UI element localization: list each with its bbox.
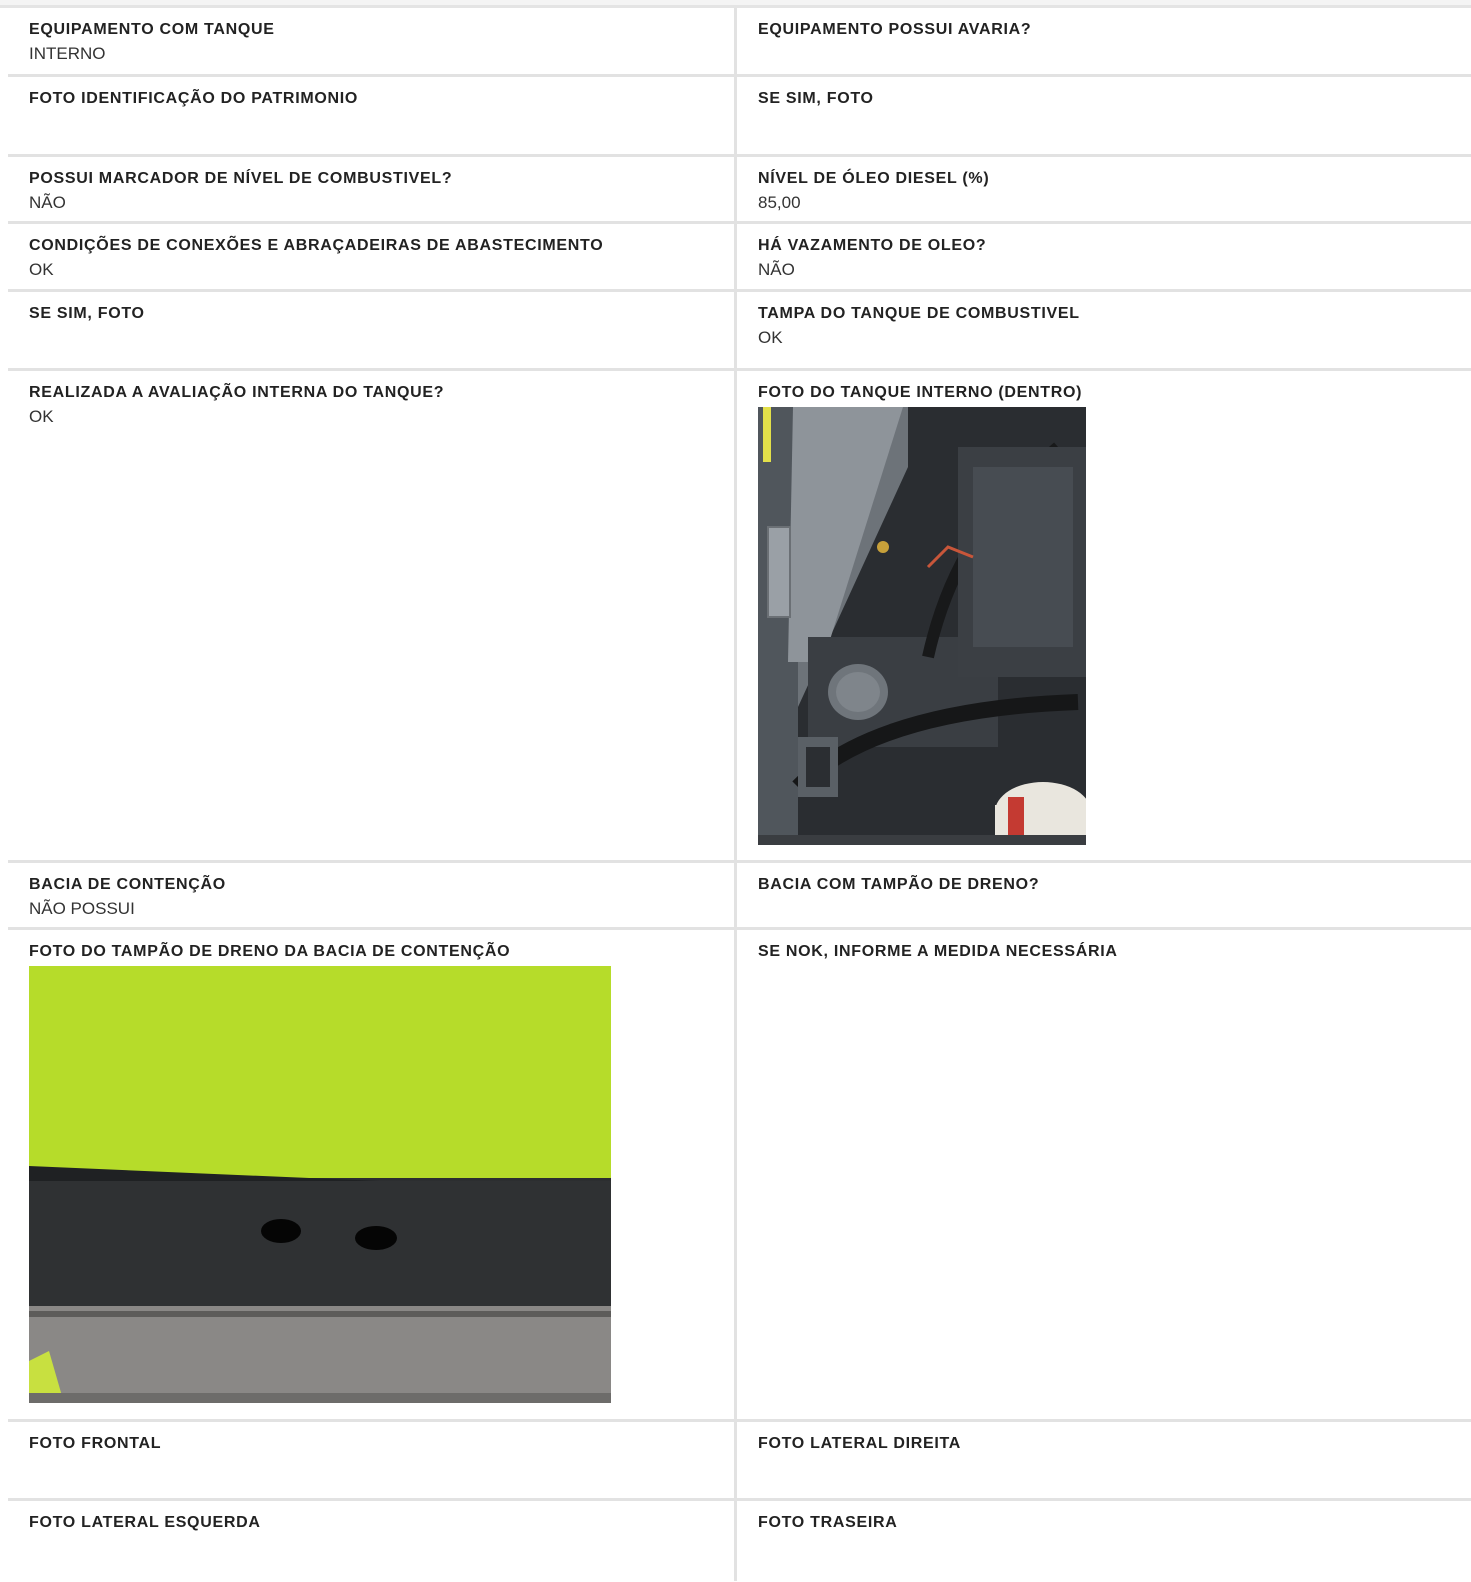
form-row: FOTO FRONTAL FOTO LATERAL DIREITA — [8, 1422, 1471, 1501]
field-label: BACIA DE CONTENÇÃO — [29, 876, 226, 893]
field-tank-type: EQUIPAMENTO COM TANQUE INTERNO — [8, 8, 737, 74]
form-row: REALIZADA A AVALIAÇÃO INTERNA DO TANQUE?… — [8, 371, 1471, 863]
drain-plug-photo[interactable] — [29, 966, 611, 1403]
field-label: SE SIM, FOTO — [758, 90, 874, 107]
field-leak-photo: SE SIM, FOTO — [8, 292, 737, 368]
field-label: SE NOK, INFORME A MEDIDA NECESSÁRIA — [758, 943, 1118, 960]
form-row: POSSUI MARCADOR DE NÍVEL DE COMBUSTIVEL?… — [8, 157, 1471, 224]
field-internal-tank-photo: FOTO DO TANQUE INTERNO (DENTRO) — [737, 371, 1471, 860]
field-label: CONDIÇÕES DE CONEXÕES E ABRAÇADEIRAS DE … — [29, 237, 604, 254]
field-value: OK — [29, 260, 54, 279]
field-value: OK — [29, 407, 54, 426]
form-row: CONDIÇÕES DE CONEXÕES E ABRAÇADEIRAS DE … — [8, 224, 1471, 292]
field-drain-plug-photo: FOTO DO TAMPÃO DE DRENO DA BACIA DE CONT… — [8, 930, 737, 1419]
field-label: SE SIM, FOTO — [29, 305, 145, 322]
form-row: FOTO DO TAMPÃO DE DRENO DA BACIA DE CONT… — [8, 930, 1471, 1422]
field-label: TAMPA DO TANQUE DE COMBUSTIVEL — [758, 305, 1080, 322]
internal-tank-photo[interactable] — [758, 407, 1086, 845]
field-label: FOTO LATERAL DIREITA — [758, 1435, 962, 1452]
field-internal-evaluation: REALIZADA A AVALIAÇÃO INTERNA DO TANQUE?… — [8, 371, 737, 860]
field-left-side-photo: FOTO LATERAL ESQUERDA — [8, 1501, 737, 1581]
field-label: NÍVEL DE ÓLEO DIESEL (%) — [758, 170, 990, 187]
field-label: FOTO IDENTIFICAÇÃO DO PATRIMONIO — [29, 90, 359, 107]
field-value: INTERNO — [29, 44, 106, 63]
field-asset-photo: FOTO IDENTIFICAÇÃO DO PATRIMONIO — [8, 77, 737, 154]
form-row: FOTO IDENTIFICAÇÃO DO PATRIMONIO SE SIM,… — [8, 77, 1471, 157]
field-basin-drain-plug: BACIA COM TAMPÃO DE DRENO? — [737, 863, 1471, 927]
field-label: FOTO DO TAMPÃO DE DRENO DA BACIA DE CONT… — [29, 943, 511, 960]
field-value: NÃO POSSUI — [29, 899, 135, 918]
field-label: HÁ VAZAMENTO DE OLEO? — [758, 237, 987, 254]
field-connections: CONDIÇÕES DE CONEXÕES E ABRAÇADEIRAS DE … — [8, 224, 737, 289]
field-required-measure: SE NOK, INFORME A MEDIDA NECESSÁRIA — [737, 930, 1471, 1419]
field-containment-basin: BACIA DE CONTENÇÃO NÃO POSSUI — [8, 863, 737, 927]
field-label: FOTO FRONTAL — [29, 1435, 162, 1452]
field-fuel-cap: TAMPA DO TANQUE DE COMBUSTIVEL OK — [737, 292, 1471, 368]
form-row: FOTO LATERAL ESQUERDA FOTO TRASEIRA — [8, 1501, 1471, 1581]
field-value: NÃO — [29, 193, 66, 212]
field-value: OK — [758, 328, 783, 347]
field-fuel-gauge: POSSUI MARCADOR DE NÍVEL DE COMBUSTIVEL?… — [8, 157, 737, 221]
field-label: FOTO TRASEIRA — [758, 1514, 898, 1531]
field-damage: EQUIPAMENTO POSSUI AVARIA? — [737, 8, 1471, 74]
field-label: FOTO DO TANQUE INTERNO (DENTRO) — [758, 384, 1083, 401]
form-row: SE SIM, FOTO TAMPA DO TANQUE DE COMBUSTI… — [8, 292, 1471, 371]
form-row: EQUIPAMENTO COM TANQUE INTERNO EQUIPAMEN… — [8, 8, 1471, 77]
field-label: EQUIPAMENTO COM TANQUE — [29, 21, 275, 38]
form-row: BACIA DE CONTENÇÃO NÃO POSSUI BACIA COM … — [8, 863, 1471, 930]
field-label: FOTO LATERAL ESQUERDA — [29, 1514, 261, 1531]
field-damage-photo: SE SIM, FOTO — [737, 77, 1471, 154]
field-oil-leak: HÁ VAZAMENTO DE OLEO? NÃO — [737, 224, 1471, 289]
field-diesel-level: NÍVEL DE ÓLEO DIESEL (%) 85,00 — [737, 157, 1471, 221]
field-value: NÃO — [758, 260, 795, 279]
field-label: REALIZADA A AVALIAÇÃO INTERNA DO TANQUE? — [29, 384, 445, 401]
top-divider — [0, 0, 1471, 8]
field-front-photo: FOTO FRONTAL — [8, 1422, 737, 1498]
inspection-form: EQUIPAMENTO COM TANQUE INTERNO EQUIPAMEN… — [8, 8, 1471, 1581]
field-label: POSSUI MARCADOR DE NÍVEL DE COMBUSTIVEL? — [29, 170, 453, 187]
field-label: EQUIPAMENTO POSSUI AVARIA? — [758, 21, 1032, 38]
field-label: BACIA COM TAMPÃO DE DRENO? — [758, 876, 1040, 893]
field-rear-photo: FOTO TRASEIRA — [737, 1501, 1471, 1581]
field-value: 85,00 — [758, 193, 801, 212]
field-right-side-photo: FOTO LATERAL DIREITA — [737, 1422, 1471, 1498]
